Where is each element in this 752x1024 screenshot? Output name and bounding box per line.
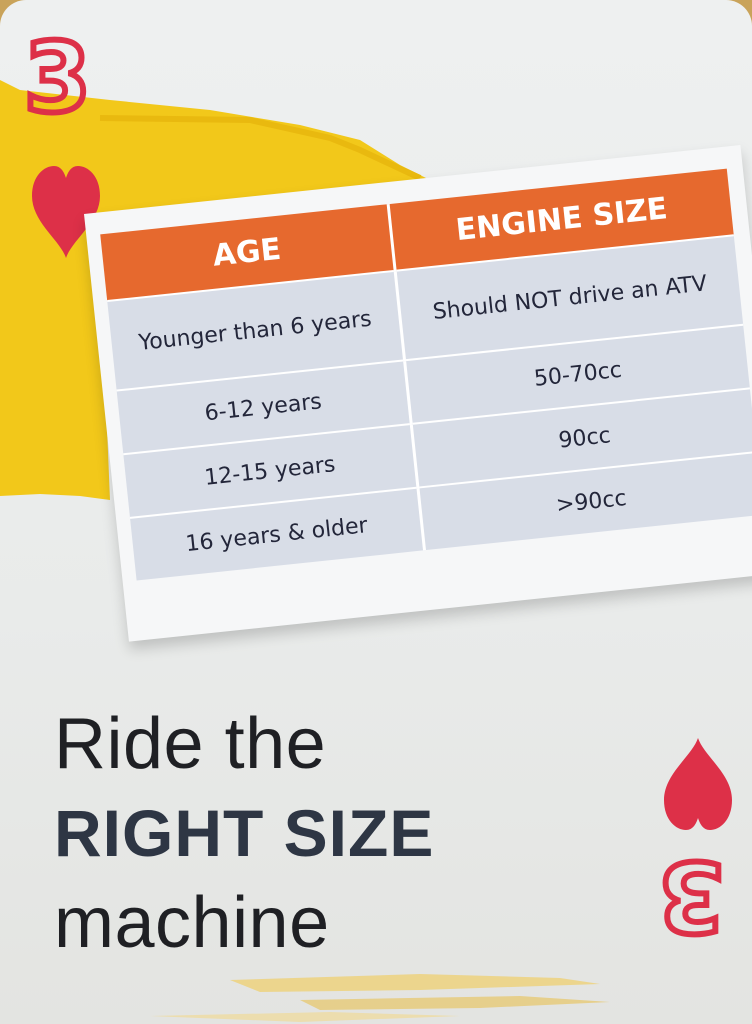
slogan-line-2: RIGHT SIZE [54,796,435,870]
age-engine-table-card: AGE ENGINE SIZE Younger than 6 years Sho… [84,145,752,642]
rank-bottom: 3 [655,837,728,955]
yellow-paint-strokes-bottom [150,974,610,1022]
age-engine-table: AGE ENGINE SIZE Younger than 6 years Sho… [100,168,752,581]
rank-top: 3 [21,22,94,134]
playing-card: 3 AGE ENGINE SIZE Younger than 6 years S… [0,0,752,1024]
slogan-line-3: machine [54,883,330,963]
heart-icon [664,738,732,830]
slogan-line-1: Ride the [54,704,327,784]
slogan: Ride the RIGHT SIZE machine [54,700,614,968]
